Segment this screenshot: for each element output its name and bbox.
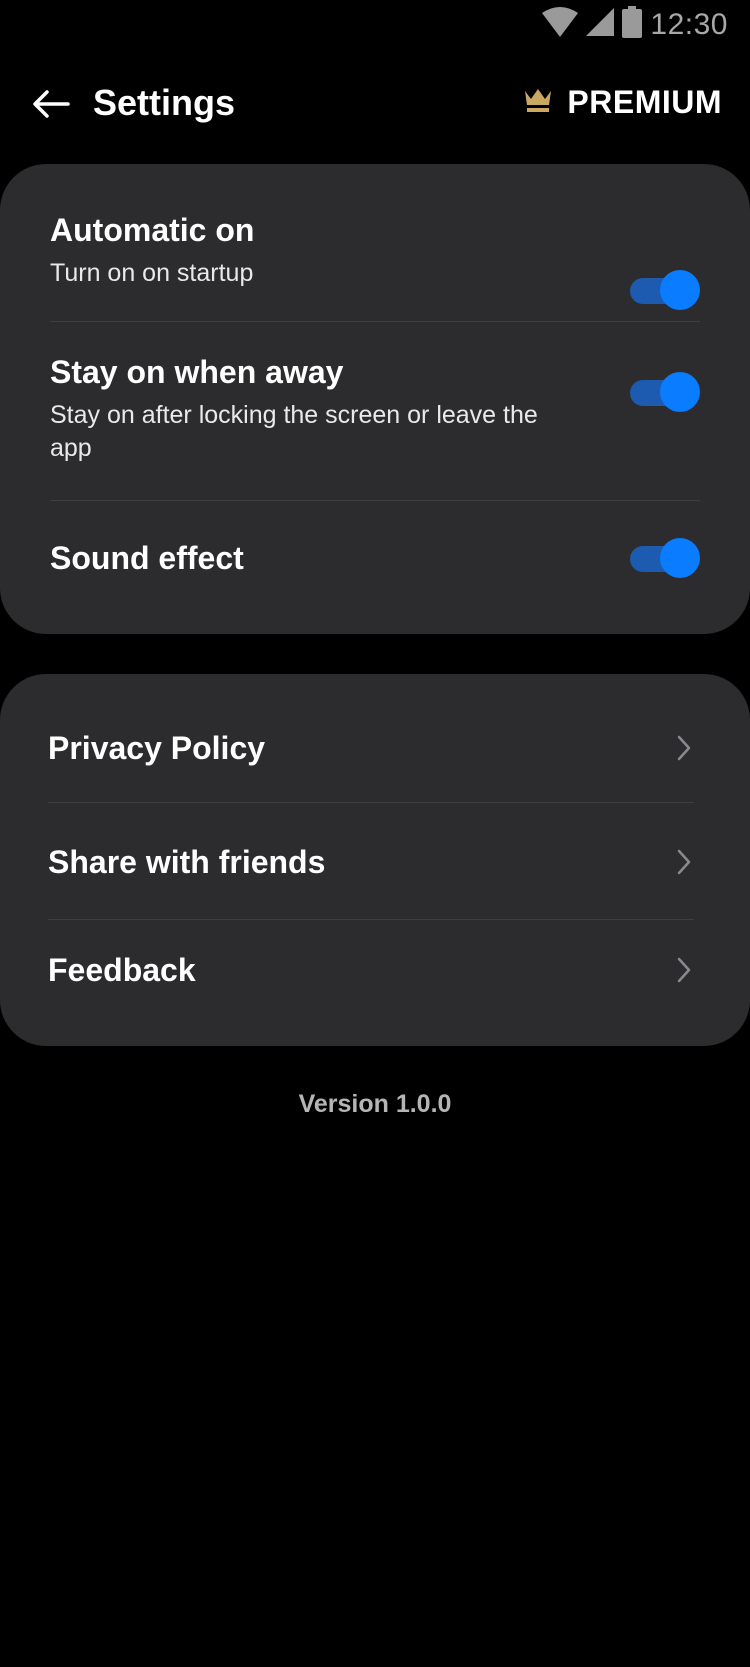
privacy-policy-row[interactable]: Privacy Policy (48, 718, 694, 778)
setting-subtitle: Turn on on startup (50, 259, 254, 287)
toggle-thumb (660, 538, 700, 578)
divider (50, 321, 700, 322)
premium-label: PREMIUM (567, 84, 722, 120)
status-icons: 12:30 (542, 6, 728, 43)
arrow-left-icon (32, 89, 70, 124)
link-label: Share with friends (48, 843, 326, 880)
chevron-right-icon (674, 848, 694, 876)
automatic-on-toggle[interactable] (630, 270, 700, 310)
page-title: Settings (93, 82, 236, 123)
back-button[interactable] (30, 86, 72, 126)
premium-button[interactable]: PREMIUM (523, 84, 722, 121)
toggle-thumb (660, 372, 700, 412)
share-with-friends-row[interactable]: Share with friends (48, 832, 694, 892)
status-time: 12:30 (650, 7, 728, 41)
setting-row-stay-on-when-away: Stay on when away Stay on after locking … (50, 354, 700, 465)
crown-icon (523, 87, 553, 118)
divider (48, 802, 694, 803)
battery-icon (622, 6, 643, 43)
status-bar: 12:30 (0, 0, 750, 48)
divider (50, 500, 700, 501)
link-label: Privacy Policy (48, 729, 266, 766)
chevron-right-icon (674, 956, 694, 984)
setting-row-automatic-on: Automatic on Turn on on startup (50, 212, 700, 310)
link-label: Feedback (48, 951, 196, 988)
app-version: Version 1.0.0 (298, 1090, 452, 1118)
setting-subtitle: Stay on after locking the screen or leav… (50, 401, 538, 462)
setting-row-sound-effect: Sound effect (50, 538, 700, 578)
links-card: Privacy Policy Share with friends Feedba… (0, 674, 750, 1046)
setting-title: Stay on when away (50, 354, 344, 390)
setting-title: Automatic on (50, 212, 255, 248)
cellular-signal-icon (586, 8, 615, 41)
stay-on-when-away-toggle[interactable] (630, 372, 700, 412)
sound-effect-toggle[interactable] (630, 538, 700, 578)
divider (48, 919, 694, 920)
setting-title: Sound effect (50, 540, 244, 576)
wifi-icon (542, 7, 579, 42)
feedback-row[interactable]: Feedback (48, 940, 694, 1000)
toggle-thumb (660, 270, 700, 310)
toggle-settings-card: Automatic on Turn on on startup Stay on … (0, 164, 750, 634)
app-header: Settings PREMIUM (0, 78, 750, 134)
chevron-right-icon (674, 734, 694, 762)
